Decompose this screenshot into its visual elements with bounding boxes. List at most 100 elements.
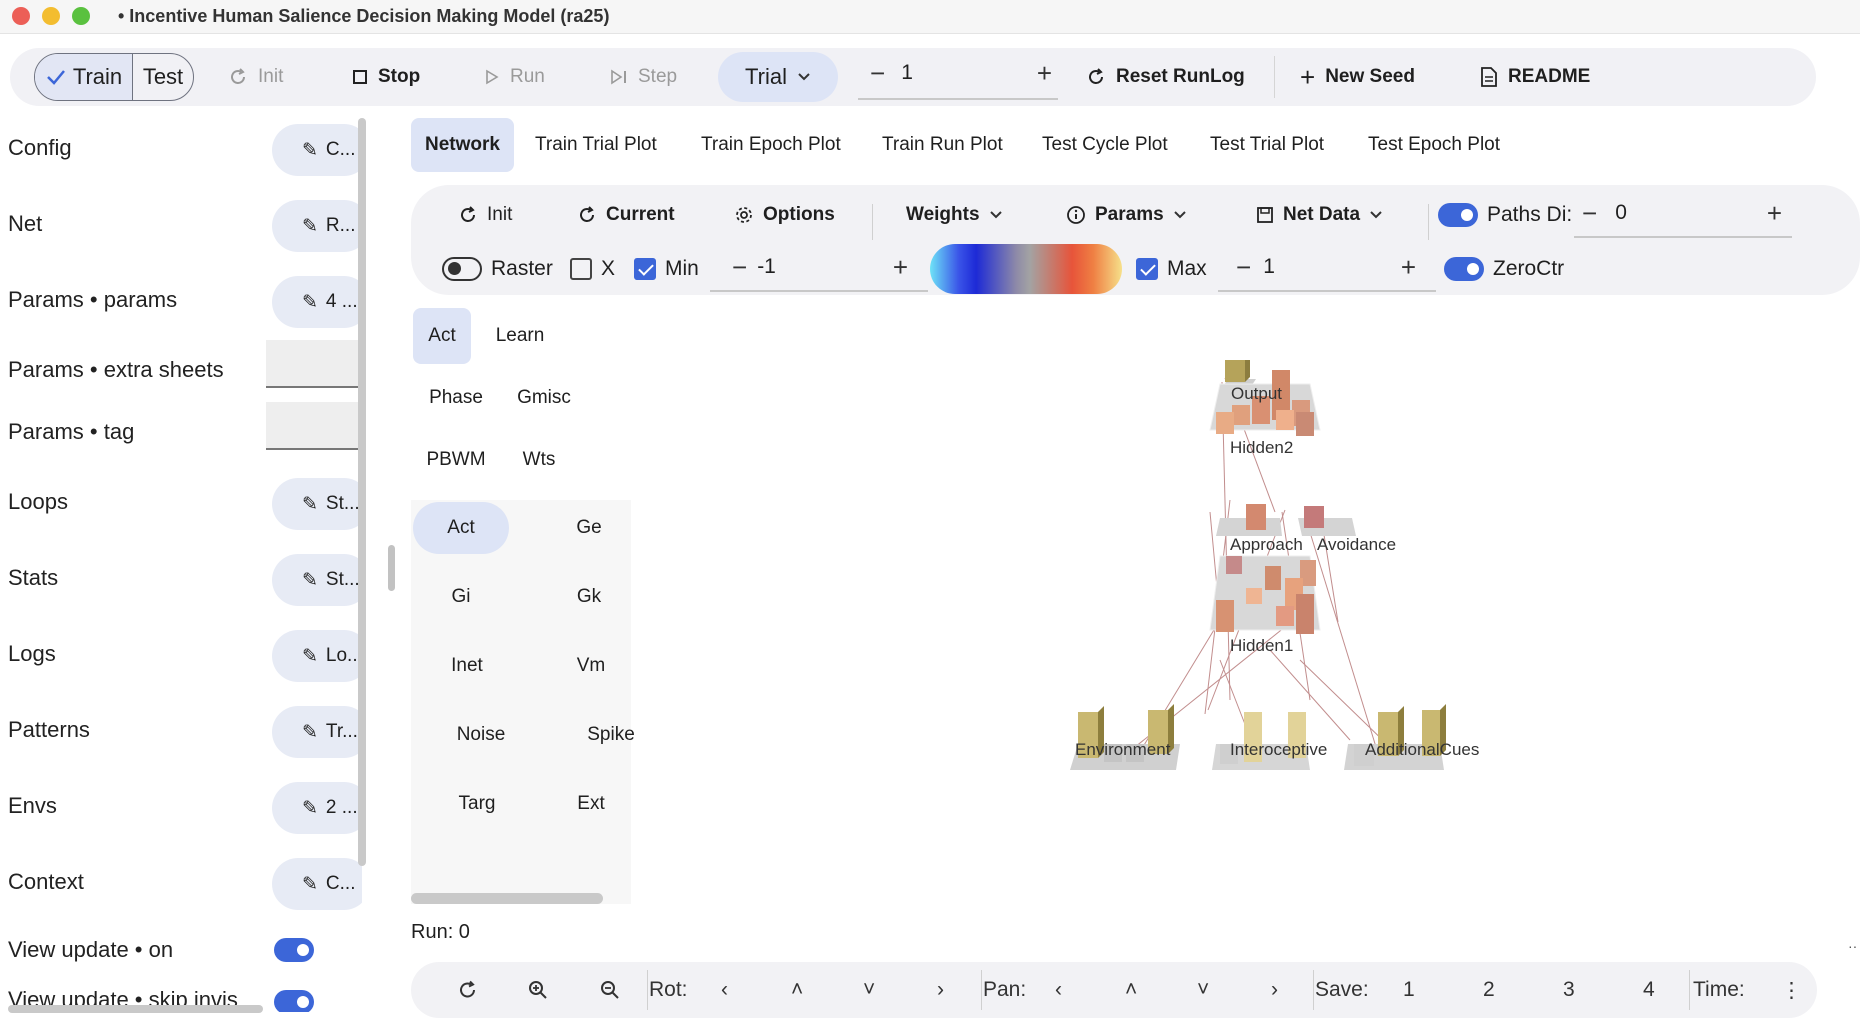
layer-approach[interactable] [1216,504,1282,536]
pan-right-button[interactable]: › [1271,962,1278,1018]
edit-config-button[interactable]: ✎ C... [272,124,362,176]
more-menu-button[interactable]: ⋮ [1781,962,1802,1018]
var-noise[interactable]: Noise [433,709,529,761]
current-button[interactable]: Current [577,200,675,230]
tab-test-trial-plot[interactable]: Test Trial Plot [1210,118,1324,172]
var-spike[interactable]: Spike [563,709,659,761]
rotate-up-button[interactable]: ˄ [791,962,803,1018]
raster-toggle[interactable]: Raster [442,254,553,284]
sidebar-vertical-scrollbar[interactable] [358,118,366,866]
minimize-window-button[interactable] [42,7,60,25]
step-level-select[interactable]: Trial [718,52,838,102]
zoom-in-button[interactable] [527,962,549,1018]
close-window-button[interactable] [12,7,30,25]
x-check[interactable] [570,258,592,280]
edit-params-button[interactable]: ✎ 4 ... [272,276,362,328]
save-slot-4[interactable]: 4 [1643,962,1655,1018]
layer-environment[interactable] [1070,704,1180,770]
netview-init-button[interactable]: Init [458,200,512,230]
max-stepper[interactable]: − 1 + [1218,244,1436,292]
pan-up-button[interactable]: ˄ [1125,962,1137,1018]
zeroctr-switch[interactable] [1444,257,1484,281]
tab-train-trial-plot[interactable]: Train Trial Plot [535,118,657,172]
variable-grid-scrollbar[interactable] [411,893,603,904]
tab-train-run-plot[interactable]: Train Run Plot [882,118,1003,172]
save-slot-2[interactable]: 2 [1483,962,1495,1018]
paths-display-toggle[interactable]: Paths Di: [1438,200,1572,230]
network-3d-view[interactable]: Output Hidden2 Approach Avoidance Hidden… [1020,360,1580,900]
min-checkbox[interactable]: Min [634,254,699,284]
var-ge[interactable]: Ge [541,502,637,554]
edit-loops-button[interactable]: ✎ St... [272,478,362,530]
stop-button[interactable]: Stop [352,48,420,106]
var-targ[interactable]: Targ [429,778,525,830]
increment-button[interactable]: + [893,252,908,283]
var-act[interactable]: Act [413,502,509,554]
save-slot-3[interactable]: 3 [1563,962,1575,1018]
var-gk[interactable]: Gk [541,571,637,623]
step-button[interactable]: Step [610,48,677,106]
splitter-handle[interactable] [388,545,395,591]
subtab-phase[interactable]: Phase [421,372,491,424]
var-gi[interactable]: Gi [413,571,509,623]
zoom-out-button[interactable] [599,962,621,1018]
rotate-left-button[interactable]: ‹ [721,962,728,1018]
zeroctr-toggle[interactable]: ZeroCtr [1444,254,1564,284]
train-test-toggle[interactable]: Train Test [34,53,194,101]
rotate-down-button[interactable]: ˅ [863,962,875,1018]
decrement-button[interactable]: − [732,252,747,283]
reset-runlog-button[interactable]: Reset RunLog [1086,48,1245,106]
params-menu[interactable]: Params [1066,200,1187,230]
test-mode-button[interactable]: Test [133,54,193,100]
subtab-wts[interactable]: Wts [509,434,569,486]
tab-network[interactable]: Network [411,118,514,172]
var-vm[interactable]: Vm [543,640,639,692]
tag-field[interactable] [266,402,362,450]
subtab-pbwm[interactable]: PBWM [421,434,491,486]
increment-button[interactable]: + [1767,198,1782,229]
net-data-menu[interactable]: Net Data [1256,200,1383,230]
new-seed-button[interactable]: + New Seed [1300,48,1415,106]
readme-button[interactable]: README [1480,48,1590,106]
tab-train-epoch-plot[interactable]: Train Epoch Plot [701,118,841,172]
tab-test-epoch-plot[interactable]: Test Epoch Plot [1368,118,1500,172]
edit-context-button[interactable]: ✎ C... [272,858,362,910]
layer-additionalcues[interactable] [1344,704,1446,770]
train-mode-button[interactable]: Train [35,54,133,100]
reset-view-button[interactable] [457,962,479,1018]
decrement-button[interactable]: − [870,58,885,89]
raster-switch[interactable] [442,257,482,281]
increment-button[interactable]: + [1401,252,1416,283]
subtab-gmisc[interactable]: Gmisc [509,372,579,424]
zoom-window-button[interactable] [72,7,90,25]
pan-down-button[interactable]: ˅ [1197,962,1209,1018]
edit-envs-button[interactable]: ✎ 2 ... [272,782,362,834]
var-inet[interactable]: Inet [419,640,515,692]
subtab-learn[interactable]: Learn [485,308,555,364]
extra-sheets-field[interactable] [266,340,362,388]
max-check[interactable] [1136,258,1158,280]
edit-net-button[interactable]: ✎ R... [272,200,362,252]
options-button[interactable]: Options [734,200,835,230]
step-count-stepper[interactable]: − 1 + [858,48,1058,100]
var-ext[interactable]: Ext [543,778,639,830]
increment-button[interactable]: + [1037,58,1052,89]
edit-stats-button[interactable]: ✎ St... [272,554,362,606]
x-checkbox[interactable]: X [570,254,615,284]
paths-stepper[interactable]: − 0 + [1574,190,1792,238]
decrement-button[interactable]: − [1582,198,1597,229]
rotate-right-button[interactable]: › [937,962,944,1018]
decrement-button[interactable]: − [1236,252,1251,283]
init-button[interactable]: Init [228,48,283,106]
edit-patterns-button[interactable]: ✎ Tr... [272,706,362,758]
layer-hidden1[interactable] [1209,555,1321,634]
max-checkbox[interactable]: Max [1136,254,1207,284]
save-slot-1[interactable]: 1 [1403,962,1415,1018]
subtab-act[interactable]: Act [413,308,471,364]
view-update-toggle[interactable] [274,938,314,962]
paths-toggle-switch[interactable] [1438,203,1478,227]
run-button[interactable]: Run [484,48,545,106]
weights-menu[interactable]: Weights [906,200,1003,230]
min-stepper[interactable]: − -1 + [710,244,928,292]
pan-left-button[interactable]: ‹ [1055,962,1062,1018]
